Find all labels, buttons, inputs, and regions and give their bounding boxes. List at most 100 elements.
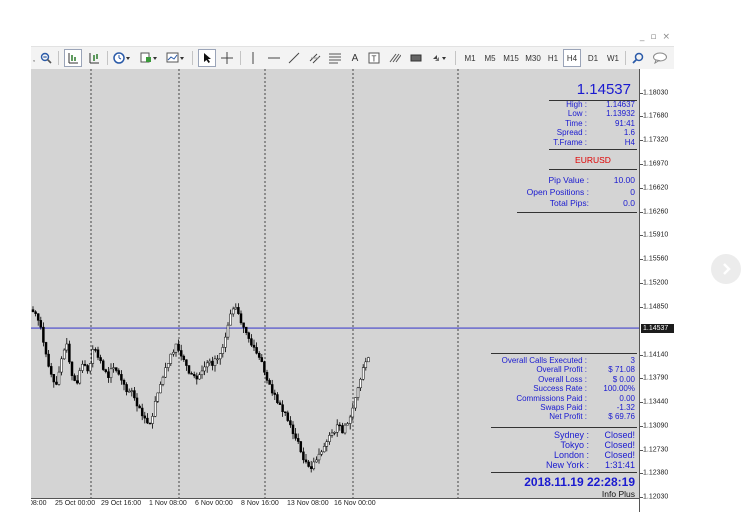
- pip-label: Total Pips:: [549, 198, 589, 208]
- current-price-tag: 1.14537: [641, 323, 674, 333]
- crosshair-icon[interactable]: [219, 50, 235, 66]
- price-tick: 1.14850: [643, 303, 669, 311]
- mt4-window: _ ▫ × , A T M1 M5 M15 M30 H1 H4 D1 W1 1.…: [31, 28, 674, 512]
- account-value: -1.32: [616, 403, 635, 412]
- price-tick: 1.17680: [643, 112, 669, 120]
- time-tick: 13 Nov 08:00: [287, 500, 329, 507]
- auto-scroll-icon[interactable]: [86, 50, 102, 66]
- account-value: 100.00%: [603, 384, 635, 394]
- pip-label: Pip Value :: [548, 175, 589, 185]
- account-value: 3: [630, 356, 635, 365]
- account-label: Overall Loss :: [538, 374, 587, 384]
- tf-m1[interactable]: M1: [462, 50, 478, 66]
- chevron-right-icon: [723, 263, 731, 275]
- time-tick: 25 Oct 00:00: [55, 500, 96, 507]
- account-value: $ 0.00: [612, 374, 635, 384]
- stats-label: T.Frame :: [553, 137, 587, 147]
- pip-value: 0.0: [623, 198, 635, 208]
- chart-shift-icon[interactable]: [64, 49, 82, 67]
- svg-text:T: T: [372, 55, 377, 64]
- horizontal-line-icon[interactable]: [267, 50, 281, 66]
- price-tick: 1.16620: [643, 184, 669, 192]
- text-tool-icon[interactable]: A: [349, 50, 361, 66]
- tf-d1[interactable]: D1: [585, 50, 601, 66]
- restore-icon[interactable]: ▫: [650, 32, 656, 42]
- tf-h4[interactable]: H4: [563, 49, 581, 67]
- pattern-icon[interactable]: [388, 50, 402, 66]
- price-chart[interactable]: 1.14537 High : 1.14637 Low : 1.13932 Time : 9…: [31, 69, 639, 512]
- chat-icon[interactable]: [651, 50, 669, 66]
- zoom-out-icon[interactable]: [39, 50, 53, 66]
- info-plus-panel: 1.14537 High : 1.14637 Low : 1.13932 Time : 9…: [31, 69, 639, 512]
- price-tick: 1.12380: [643, 469, 669, 477]
- account-label: Success Rate :: [533, 384, 587, 394]
- channel-icon[interactable]: [308, 50, 322, 66]
- arrows-dropdown-icon[interactable]: [430, 50, 448, 66]
- price-tick: 1.13440: [643, 398, 669, 406]
- account-label: Overall Calls Executed :: [501, 356, 587, 365]
- price-tick: 1.18030: [643, 89, 669, 97]
- next-arrow-button[interactable]: [711, 254, 741, 284]
- price-axis: 1.14537 1.18030 1.17680 1.17320 1.16970 1.16…: [639, 69, 674, 512]
- templates-icon[interactable]: [139, 50, 159, 66]
- cursor-icon[interactable]: [198, 49, 216, 67]
- price-tick: 1.12730: [643, 446, 669, 454]
- chart-template-icon[interactable]: [165, 50, 187, 66]
- time-tick: 6 Nov 00:00: [195, 500, 233, 507]
- stats-value: 1.6: [623, 128, 635, 138]
- price-tick: 1.13790: [643, 374, 669, 382]
- rectangle-icon[interactable]: [409, 50, 423, 66]
- time-axis: 08:00 25 Oct 00:00 29 Oct 16:00 1 Nov 08:00…: [31, 498, 639, 512]
- tf-m5[interactable]: M5: [482, 50, 498, 66]
- stats-label: High :: [566, 100, 587, 109]
- price-tick: 1.15560: [643, 255, 669, 263]
- vertical-line-icon[interactable]: [247, 50, 259, 66]
- search-icon[interactable]: [631, 50, 645, 66]
- toolbar-overflow-icon[interactable]: ,: [31, 50, 37, 66]
- server-datetime: 2018.11.19 22:28:19: [524, 475, 635, 489]
- account-value: 0.00: [619, 393, 635, 403]
- sessions-value: Closed!: [604, 440, 635, 450]
- time-tick: 1 Nov 08:00: [149, 500, 187, 507]
- account-label: Net Profit :: [549, 412, 587, 422]
- price-tick: 1.15910: [643, 231, 669, 239]
- current-price-big: 1.14537: [576, 81, 631, 98]
- price-tick: 1.12030: [643, 493, 669, 501]
- stats-label: Low :: [567, 109, 587, 119]
- price-tick: 1.14140: [643, 351, 669, 359]
- minimize-icon[interactable]: _: [640, 32, 645, 42]
- close-icon[interactable]: ×: [662, 32, 670, 42]
- text-label-icon[interactable]: T: [367, 50, 381, 66]
- tf-w1[interactable]: W1: [605, 50, 621, 66]
- sessions-label: Tokyo :: [560, 440, 589, 450]
- time-tick: 29 Oct 16:00: [101, 500, 142, 507]
- window-controls: _ ▫ ×: [640, 28, 670, 46]
- tf-m15[interactable]: M15: [502, 50, 520, 66]
- stats-value: H4: [624, 137, 635, 147]
- price-tick: 1.16970: [643, 160, 669, 168]
- stats-label: Time :: [565, 118, 587, 128]
- stats-label: Spread :: [556, 128, 587, 138]
- pip-label: Open Positions :: [526, 186, 589, 197]
- sessions-label: London :: [553, 450, 589, 460]
- time-tick: 8 Nov 16:00: [241, 500, 279, 507]
- tf-m30[interactable]: M30: [524, 50, 542, 66]
- account-label: Swaps Paid :: [540, 403, 587, 412]
- sessions-value: Closed!: [604, 430, 635, 440]
- sessions-label: Sydney :: [553, 430, 589, 440]
- price-tick: 1.15200: [643, 279, 669, 287]
- price-tick: 1.17320: [643, 136, 669, 144]
- stats-value: 1.13932: [606, 109, 635, 119]
- trendline-icon[interactable]: [287, 50, 301, 66]
- account-label: Commissions Paid :: [516, 393, 587, 403]
- pip-value: 10.00: [613, 175, 635, 185]
- chart-toolbar: , A T M1 M5 M15 M30 H1 H4 D1 W1: [31, 46, 674, 70]
- stats-value: 91:41: [614, 118, 635, 128]
- account-label: Overall Profit :: [536, 365, 587, 375]
- price-tick: 1.13090: [643, 422, 669, 430]
- periods-clock-icon[interactable]: [112, 50, 132, 66]
- time-tick: 16 Nov 00:00: [334, 500, 376, 507]
- fibonacci-icon[interactable]: [328, 50, 342, 66]
- tf-h1[interactable]: H1: [545, 50, 561, 66]
- account-value: $ 69.76: [608, 412, 635, 422]
